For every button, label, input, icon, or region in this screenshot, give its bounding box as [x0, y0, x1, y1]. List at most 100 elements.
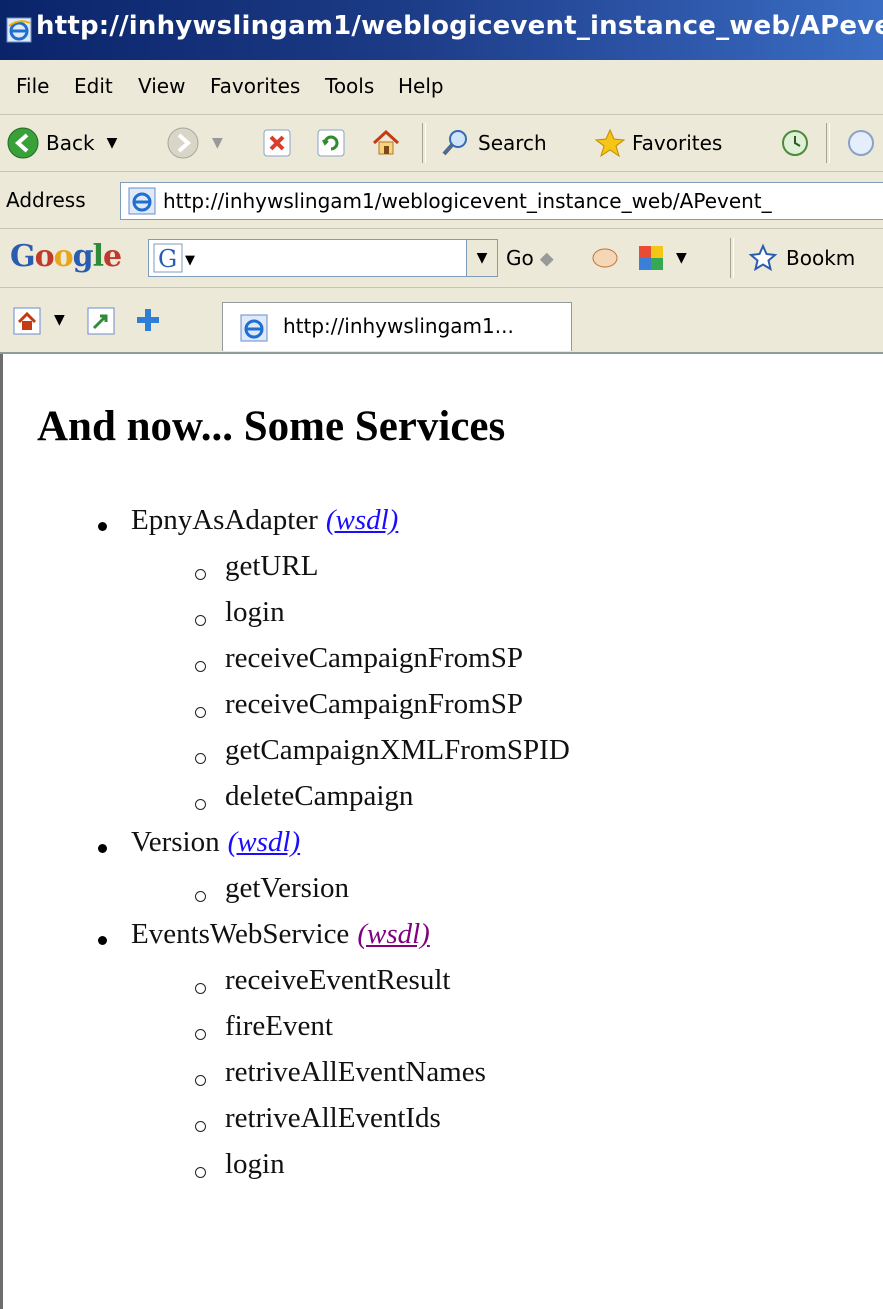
bookmarks-button[interactable]: Bookm	[748, 240, 855, 276]
bookmark-star-icon	[748, 243, 778, 272]
google-logo[interactable]: Google	[10, 239, 122, 274]
google-toolbar: Google G ▼ ▼ Go ⬥ ▼ Bookm	[0, 229, 883, 288]
tab-current-page[interactable]: http://inhywslingam1...	[222, 302, 572, 351]
chevron-down-icon[interactable]: ▼	[54, 312, 65, 328]
address-input[interactable]: http://inhywslingam1/weblogicevent_insta…	[120, 182, 883, 220]
chevron-down-icon[interactable]: ▼	[676, 250, 687, 266]
service-item-epnyasadapter: EpnyAsAdapter (wsdl)	[131, 504, 398, 537]
menu-view[interactable]: View	[138, 74, 185, 98]
menu-help[interactable]: Help	[398, 74, 444, 98]
circle-bullet-icon	[195, 1121, 206, 1132]
method-item: fireEvent	[225, 1010, 333, 1042]
method-item: retriveAllEventIds	[225, 1102, 441, 1134]
method-item: deleteCampaign	[225, 780, 414, 812]
toolbar-separator	[826, 123, 830, 163]
toolbar-separator	[730, 238, 734, 278]
page-content: And now... Some Services EpnyAsAdapter (w…	[0, 354, 883, 1309]
google-g-icon: G ▼	[153, 243, 195, 273]
svg-text:G: G	[158, 245, 177, 273]
page-title: And now... Some Services	[37, 403, 506, 450]
service-name: Version	[131, 826, 220, 858]
address-bar: Address http://inhywslingam1/weblogiceve…	[0, 172, 883, 229]
method-item: login	[225, 596, 285, 628]
method-item: login	[225, 1148, 285, 1180]
favorites-button[interactable]: Favorites	[594, 125, 722, 161]
stop-button[interactable]	[262, 125, 292, 161]
back-button[interactable]: Back ▼	[6, 125, 117, 161]
home-button[interactable]	[370, 125, 402, 161]
circle-bullet-icon	[195, 983, 206, 994]
bookmarks-label: Bookm	[786, 246, 856, 270]
toolbar: Back ▼ ▼ Search Favorites	[0, 115, 883, 172]
title-bar: http://inhywslingam1/weblogicevent_insta…	[0, 0, 883, 60]
go-label: Go	[506, 246, 534, 270]
window-title: http://inhywslingam1/weblogicevent_insta…	[36, 11, 883, 41]
circle-bullet-icon	[195, 799, 206, 810]
page-icon	[240, 314, 268, 342]
menu-edit[interactable]: Edit	[74, 74, 113, 98]
method-item: getURL	[225, 550, 319, 582]
address-label: Address	[6, 188, 86, 212]
back-label: Back	[46, 131, 95, 155]
method-item: receiveEventResult	[225, 964, 451, 996]
wsdl-link[interactable]: (wsdl)	[357, 918, 430, 950]
search-icon	[442, 130, 467, 156]
back-dropdown-icon[interactable]: ▼	[107, 135, 118, 151]
tab-bar: ▼ http://inhywslingam1...	[0, 288, 883, 354]
menu-file[interactable]: File	[16, 74, 49, 98]
page-icon	[128, 187, 156, 215]
google-news-button[interactable]	[590, 240, 620, 276]
mail-icon	[848, 130, 874, 156]
circle-bullet-icon	[195, 661, 206, 672]
circle-bullet-icon	[195, 753, 206, 764]
browser-window: http://inhywslingam1/weblogicevent_insta…	[0, 0, 883, 1309]
forward-button[interactable]: ▼	[166, 125, 223, 161]
service-item-eventswebservice: EventsWebService (wsdl)	[131, 918, 430, 951]
forward-dropdown-icon[interactable]: ▼	[212, 135, 223, 151]
circle-bullet-icon	[195, 891, 206, 902]
toolbar-separator	[422, 123, 426, 163]
google-dropdown-button[interactable]: ▼	[466, 240, 497, 276]
address-url: http://inhywslingam1/weblogicevent_insta…	[163, 189, 772, 213]
home-tab-icon[interactable]	[12, 306, 42, 336]
svg-text:▼: ▼	[185, 253, 195, 268]
home-icon	[372, 129, 400, 155]
stop-icon	[263, 129, 291, 157]
search-button[interactable]: Search	[440, 125, 547, 161]
wsdl-link[interactable]: (wsdl)	[228, 826, 301, 858]
method-item: receiveCampaignFromSP	[225, 688, 524, 720]
news-icon	[592, 248, 618, 268]
circle-bullet-icon	[195, 1075, 206, 1086]
google-search-input[interactable]: G ▼ ▼	[148, 239, 498, 277]
quick-tabs-icon[interactable]	[86, 306, 116, 336]
bullet-icon	[98, 936, 107, 945]
bullet-icon	[98, 522, 107, 531]
circle-bullet-icon	[195, 1167, 206, 1178]
method-item: getCampaignXMLFromSPID	[225, 734, 570, 766]
forward-arrow-icon	[167, 127, 199, 159]
wsdl-link[interactable]: (wsdl)	[326, 504, 399, 536]
google-go-button[interactable]: Go ⬥	[506, 240, 554, 276]
mail-button[interactable]	[846, 125, 876, 161]
method-item: retriveAllEventNames	[225, 1056, 486, 1088]
circle-bullet-icon	[195, 569, 206, 580]
google-pagerank-button[interactable]: ▼	[636, 240, 687, 276]
circle-bullet-icon	[195, 707, 206, 718]
popup-blocker-icon	[639, 246, 663, 270]
refresh-icon	[317, 129, 345, 157]
refresh-button[interactable]	[316, 125, 346, 161]
service-name: EventsWebService	[131, 918, 350, 950]
grip-icon: ⬥	[539, 246, 554, 270]
history-button[interactable]	[780, 125, 810, 161]
search-label: Search	[478, 131, 547, 155]
menu-tools[interactable]: Tools	[325, 74, 374, 98]
circle-bullet-icon	[195, 1029, 206, 1040]
circle-bullet-icon	[195, 615, 206, 626]
favorites-star-icon	[594, 128, 626, 158]
service-item-version: Version (wsdl)	[131, 826, 300, 859]
tab-title: http://inhywslingam1...	[283, 314, 514, 338]
method-item: receiveCampaignFromSP	[225, 642, 524, 674]
history-icon	[782, 130, 808, 156]
menu-favorites[interactable]: Favorites	[210, 74, 300, 98]
new-tab-plus-icon[interactable]	[134, 306, 162, 334]
